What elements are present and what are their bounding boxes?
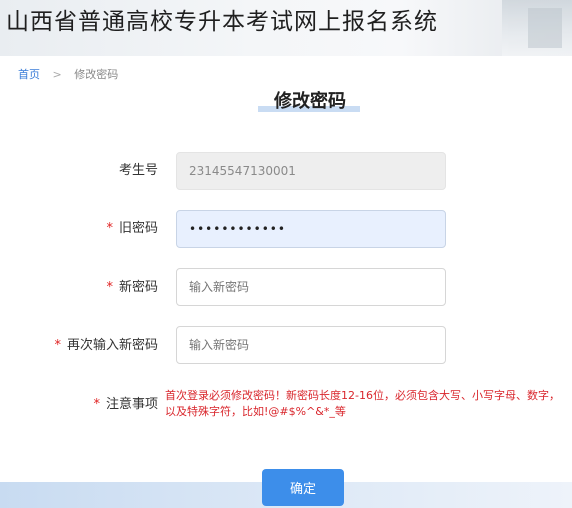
confirm-button[interactable]: 确定 (262, 469, 344, 506)
exam-id-label: 考生号 (119, 162, 158, 180)
exam-id-value: 23145547130001 (189, 164, 296, 178)
new-password-input[interactable] (176, 268, 446, 306)
confirm-password-input[interactable] (176, 326, 446, 364)
breadcrumb-home-link[interactable]: 首页 (18, 68, 40, 81)
confirm-password-label-text: 再次输入新密码 (66, 338, 158, 353)
old-password-input[interactable] (176, 210, 446, 248)
required-mark: * (54, 338, 61, 353)
old-password-label: * 旧密码 (106, 220, 158, 238)
required-mark: * (106, 280, 113, 295)
site-title: 山西省普通高校专升本考试网上报名系统 (6, 9, 438, 35)
site-header: 山西省普通高校专升本考试网上报名系统 (0, 0, 572, 56)
breadcrumb-separator: > (52, 68, 62, 81)
page-title: 修改密码 (274, 91, 346, 112)
header-banner-image (502, 0, 572, 56)
required-mark: * (93, 397, 100, 412)
breadcrumb: 首页 > 修改密码 (18, 68, 118, 82)
notice-label: * 注意事项 (93, 396, 158, 414)
page-title-wrap: 修改密码 (0, 90, 572, 114)
exam-id-label-text: 考生号 (118, 163, 158, 178)
notice-text: 首次登录必须修改密码！新密码长度12-16位，必须包含大写、小写字母、数字，以及… (165, 389, 560, 418)
breadcrumb-current: 修改密码 (74, 68, 119, 81)
required-mark: * (106, 221, 113, 236)
new-password-label: * 新密码 (106, 279, 158, 297)
old-password-label-text: 旧密码 (118, 221, 158, 236)
new-password-label-text: 新密码 (118, 280, 158, 295)
notice-label-text: 注意事项 (105, 397, 158, 412)
exam-id-field: 23145547130001 (176, 152, 446, 190)
confirm-password-label: * 再次输入新密码 (54, 337, 158, 355)
